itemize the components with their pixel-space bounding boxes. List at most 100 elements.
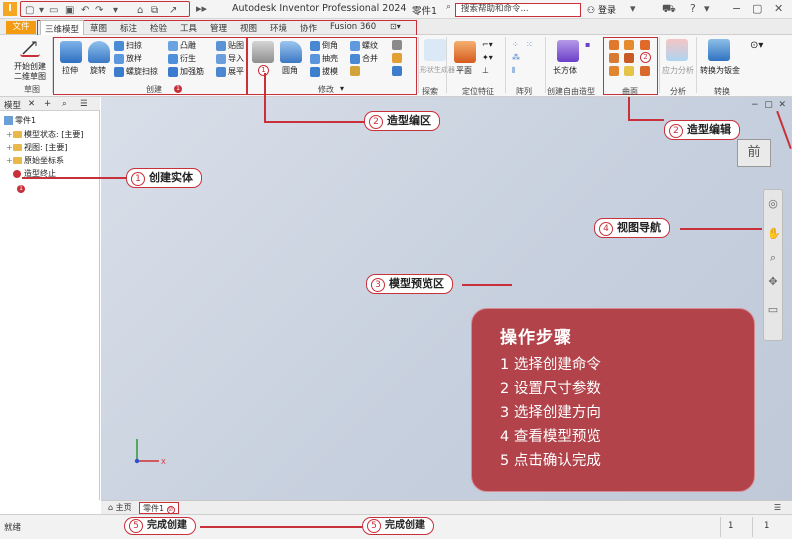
thread-button[interactable]: 螺纹 xyxy=(350,40,378,51)
ucs-button[interactable]: ⊥ xyxy=(482,66,489,75)
search-icon[interactable]: ⌕ xyxy=(62,99,67,109)
unwrap-button[interactable]: 展平 xyxy=(216,66,244,77)
viewcube[interactable]: 前 xyxy=(737,139,771,167)
derive-button[interactable]: 衍生 xyxy=(168,53,196,64)
tab-collaborate[interactable]: 协作 xyxy=(300,22,317,34)
freeform-box-button[interactable]: 长方体 xyxy=(553,65,577,76)
loft-button[interactable]: 放样 xyxy=(114,53,142,64)
pan-icon[interactable]: ✋ xyxy=(767,228,781,240)
home-icon[interactable]: ⌂ xyxy=(137,5,143,16)
surface-tool-2[interactable] xyxy=(624,40,636,50)
expand-icon[interactable]: + xyxy=(6,130,13,139)
combine-button[interactable]: 合并 xyxy=(350,53,378,64)
arrow-icon[interactable]: ↗ xyxy=(169,5,177,16)
sketch-pattern-icon[interactable]: ⁙ xyxy=(526,40,533,49)
orbit-icon[interactable]: ✥ xyxy=(767,276,779,288)
chamfer-button[interactable]: 倒角 xyxy=(310,40,338,51)
save-icon[interactable]: ▣ xyxy=(65,5,74,16)
tab-environments[interactable]: 环境 xyxy=(270,22,287,34)
model-viewport[interactable]: − ▢ ✕ 前 ◎ ✋ ⌕ ✥ ▭ X 操作步骤 1 选择创建命令 2 设置尺寸… xyxy=(101,97,792,500)
windows-icon[interactable]: ⧉ xyxy=(151,5,158,16)
add-icon[interactable]: + xyxy=(44,99,51,109)
plane-button[interactable]: 平面 xyxy=(456,65,472,76)
freeform-box-icon[interactable] xyxy=(557,40,579,62)
import-button[interactable]: 导入 xyxy=(216,53,244,64)
fillet-icon[interactable] xyxy=(280,41,302,63)
cart-icon[interactable]: ⛟ xyxy=(662,2,676,17)
freeform-extra-icon[interactable]: ▪ xyxy=(585,40,590,49)
inventor-logo[interactable]: I xyxy=(3,2,17,16)
more-icon[interactable]: ▸▸ xyxy=(196,2,207,15)
tab-annotate[interactable]: 标注 xyxy=(120,22,137,34)
surface-tool-6[interactable] xyxy=(609,66,621,76)
start-2d-sketch-line2[interactable]: 二维草图 xyxy=(14,71,46,82)
look-at-icon[interactable]: ▭ xyxy=(767,304,779,316)
revolve-icon[interactable] xyxy=(88,41,110,63)
ribbon-options-icon[interactable]: ⊡▾ xyxy=(390,22,401,31)
expand-icon[interactable]: + xyxy=(6,143,13,152)
surface-tool-7[interactable] xyxy=(624,66,636,76)
surface-tool-5[interactable] xyxy=(624,53,636,63)
search-input[interactable]: 搜索帮助和命令... xyxy=(455,3,581,17)
tab-home[interactable]: ⌂ 主页 xyxy=(105,502,135,514)
mirror-icon[interactable]: ⫴ xyxy=(512,66,515,76)
tree-root[interactable]: 零件1 xyxy=(4,115,36,126)
viewport-window-controls[interactable]: − ▢ ✕ xyxy=(751,100,786,110)
tab-sketch[interactable]: 草图 xyxy=(90,22,107,34)
shell-button[interactable]: 抽壳 xyxy=(310,53,338,64)
rib-button[interactable]: 加强筋 xyxy=(168,66,204,77)
rect-pattern-icon[interactable]: ⁘ xyxy=(512,40,519,49)
split-button[interactable] xyxy=(350,66,362,76)
stress-analysis-icon[interactable] xyxy=(666,39,688,61)
tree-item-model-state[interactable]: + 模型状态: [主要] xyxy=(6,129,83,140)
convert-sheet-metal-button[interactable]: 转换为钣金 xyxy=(700,65,740,76)
open-folder-icon[interactable]: ▭ xyxy=(49,5,58,16)
tab-manage[interactable]: 管理 xyxy=(210,22,227,34)
surface-tool-3[interactable] xyxy=(640,40,652,50)
extrude-button[interactable]: 拉伸 xyxy=(62,65,78,76)
hole-icon[interactable] xyxy=(252,41,274,63)
sweep-button[interactable]: 扫掠 xyxy=(114,40,142,51)
dropdown-icon[interactable]: ▾ xyxy=(704,2,710,15)
stress-analysis-button[interactable]: 应力分析 xyxy=(662,65,694,76)
axis-button[interactable]: ⌐▾ xyxy=(482,40,493,49)
dropdown-icon[interactable]: ▾ xyxy=(630,2,636,15)
tab-inspect[interactable]: 检验 xyxy=(150,22,167,34)
steering-wheel-icon[interactable]: ◎ xyxy=(767,198,779,210)
close-tab-icon[interactable]: ⊘ xyxy=(166,506,175,514)
tab-view[interactable]: 视图 xyxy=(240,22,257,34)
tab-tools[interactable]: 工具 xyxy=(180,22,197,34)
search-icon[interactable]: ⌕ xyxy=(446,2,451,12)
circ-pattern-icon[interactable]: ⁂ xyxy=(512,53,520,62)
surface-tool-4[interactable] xyxy=(609,53,621,63)
dropdown-icon[interactable]: ▾ xyxy=(113,5,118,16)
menu-icon[interactable]: ☰ xyxy=(771,502,784,514)
ribbon-settings-icon[interactable]: ⊙▾ xyxy=(750,40,763,51)
shape-generator-button[interactable]: 形状生成器 xyxy=(420,65,455,75)
maximize-icon[interactable]: ▢ xyxy=(752,2,762,15)
point-button[interactable]: ✦▾ xyxy=(482,53,493,62)
surface-tool-8[interactable] xyxy=(640,66,652,76)
tab-model[interactable]: 模型 xyxy=(4,99,21,111)
surface-tool-1[interactable] xyxy=(609,40,621,50)
modify-extra-3[interactable] xyxy=(392,66,404,76)
emboss-button[interactable]: 凸雕 xyxy=(168,40,196,51)
shape-generator-icon[interactable] xyxy=(424,39,446,61)
plane-icon[interactable] xyxy=(454,41,476,63)
close-icon[interactable]: ✕ xyxy=(28,99,35,109)
sheet-metal-icon[interactable] xyxy=(708,39,730,61)
fillet-button[interactable]: 圆角 xyxy=(282,65,298,76)
minimize-icon[interactable]: − xyxy=(732,2,741,15)
tab-fusion360[interactable]: Fusion 360 xyxy=(330,22,376,32)
close-icon[interactable]: ✕ xyxy=(774,2,783,15)
tab-part1[interactable]: 零件1 ⊘ xyxy=(139,502,179,514)
tree-item-view[interactable]: + 视图: [主要] xyxy=(6,142,67,153)
help-icon[interactable]: ? xyxy=(690,2,696,15)
tree-item-origin[interactable]: + 原始坐标系 xyxy=(6,155,64,166)
modify-extra-2[interactable] xyxy=(392,53,404,63)
new-file-icon[interactable]: ▢ xyxy=(25,5,34,16)
tab-3d-model[interactable]: 三维模型 xyxy=(40,20,85,35)
menu-icon[interactable]: ☰ xyxy=(80,99,88,109)
modify-extra-1[interactable] xyxy=(392,40,404,50)
redo-icon[interactable]: ↷ xyxy=(95,5,103,16)
